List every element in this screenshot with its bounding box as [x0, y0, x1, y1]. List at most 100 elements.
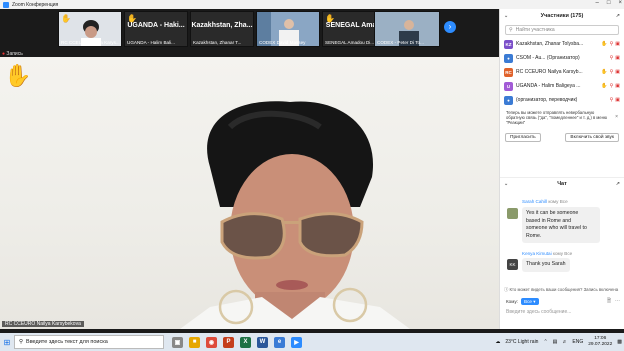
window-title: Zoom Конференция [12, 1, 59, 8]
participant-actions: Пригласить Включить свой звук [500, 131, 624, 144]
avatar [507, 208, 518, 219]
maximize-icon[interactable]: □ [607, 0, 611, 6]
chat-header: ⌄ Чат ↗ [500, 177, 624, 189]
chat-tools: 🗎 ⋯ [607, 298, 620, 306]
windows-start-icon[interactable]: ⊞ [0, 333, 14, 351]
mic-muted-icon: ⚲ [609, 97, 614, 103]
avatar: RC [504, 67, 513, 77]
thumbnail-label: RC CCEURO Nailya Karys... [61, 40, 120, 45]
participant-name: Kazakhstan, Zhanar Tolysba... [516, 41, 584, 47]
unmute-button[interactable]: Включить свой звук [565, 133, 619, 142]
mic-muted-icon: ⚲ [609, 69, 614, 75]
window-controls: – □ × [596, 0, 622, 6]
video-off-icon: ▣ [615, 41, 620, 47]
video-stage: ✋ RC CCEURO Nailya Karys... ✋ UGANDA - H… [0, 9, 499, 329]
chat-recipient: Кому: Все ▾ [506, 298, 539, 305]
powerpoint-icon[interactable]: P [223, 336, 234, 348]
clock[interactable]: 17:06 29.07.2022 [588, 336, 612, 348]
word-icon[interactable]: W [257, 336, 268, 348]
zoom-icon[interactable]: ▶ [291, 336, 302, 348]
participant-row[interactable]: KZ Kazakhstan, Zhanar Tolysba... ✋ ⚲ ▣ [500, 37, 624, 51]
message-bubble: Yes it can be someone based in Rome and … [522, 207, 600, 243]
video-thumbnail[interactable]: CODEX - Peter Di To... [374, 11, 440, 47]
window-titlebar: Zoom Конференция – □ × [0, 0, 624, 9]
raised-hand-icon: ✋ [601, 83, 608, 89]
zoom-logo-icon [3, 1, 9, 8]
thumbnail-strip: ✋ RC CCEURO Nailya Karys... ✋ UGANDA - H… [0, 9, 499, 49]
chrome-icon[interactable]: ◉ [206, 336, 217, 348]
avatar: KK [507, 259, 518, 270]
excel-icon[interactable]: X [240, 336, 251, 348]
taskbar-search-input[interactable]: ⚲ Введите здесь текст для поиска [14, 335, 164, 349]
close-icon[interactable]: × [618, 0, 622, 6]
participant-row[interactable]: RC RC CCEURO Nailya Karsyb... ✋ ⚲ ▣ [500, 65, 624, 79]
video-thumbnail[interactable]: ✋ RC CCEURO Nailya Karys... [58, 11, 122, 47]
chevron-down-icon: ▾ [533, 299, 536, 304]
message-sender: Kenya Kimutai кому Все [522, 251, 573, 256]
speaker-name-label: RC CCEURO Nailya Karsybekova [2, 321, 84, 327]
network-icon[interactable]: ▤ [553, 339, 558, 345]
invite-button[interactable]: Пригласить [505, 133, 541, 142]
next-page-button[interactable]: › [444, 21, 456, 33]
chat-visibility-note[interactable]: ⓘ Кто может видеть ваши сообщения? Запис… [504, 287, 620, 293]
video-thumbnail[interactable]: Kazakhstan, Zha... Kazakhstan, Zhanar T.… [190, 11, 254, 47]
video-thumbnail[interactable]: ✋ UGANDA - Haki... UGANDA - Halim Bali..… [124, 11, 188, 47]
close-icon[interactable]: × [615, 115, 618, 120]
reactions-tooltip: Теперь вы можете отправлять невербальную… [506, 110, 618, 125]
task-view-icon[interactable]: ▣ [172, 336, 183, 348]
file-explorer-icon[interactable]: ■ [189, 336, 200, 348]
participant-status: ⚲ ▣ [610, 55, 620, 61]
chevron-up-icon[interactable]: ⌃ [543, 339, 547, 345]
main-video: ✋ RC CCEURO Nailya Karsybekova [0, 57, 499, 329]
edge-icon[interactable]: e [274, 336, 285, 348]
minimize-icon[interactable]: – [596, 0, 599, 6]
participant-list: KZ Kazakhstan, Zhanar Tolysba... ✋ ⚲ ▣ ● C… [500, 37, 624, 107]
speaker-video [180, 101, 410, 329]
raised-hand-icon: ✋ [4, 63, 32, 88]
popout-icon[interactable]: ↗ [616, 181, 620, 187]
participant-status: ✋ ⚲ ▣ [601, 69, 620, 75]
chat-input[interactable]: Введите здесь сообщение... [506, 309, 618, 315]
video-off-icon: ▣ [615, 55, 620, 61]
windows-taskbar: ⊞ ⚲ Введите здесь текст для поиска ▣ ■ ◉… [0, 333, 624, 351]
participant-row[interactable]: ● (организатор, переводчик) ⚲ ▣ [500, 93, 624, 107]
participants-header: ⌄ Участники (175) ↗ [500, 9, 624, 23]
notifications-icon[interactable]: ▩ [617, 339, 622, 345]
chevron-down-icon[interactable]: ⌄ [504, 13, 508, 19]
weather-text[interactable]: 23°C Light rain [505, 339, 538, 345]
thumbnail-name: Kazakhstan, Zha... [191, 22, 253, 29]
raised-hand-icon: ✋ [61, 14, 71, 23]
thumbnail-name: UGANDA - Haki... [127, 22, 185, 29]
message-sender: Sarah Cahill кому Все [522, 199, 568, 204]
chevron-down-icon[interactable]: ⌄ [504, 181, 508, 187]
more-icon[interactable]: ⋯ [615, 298, 620, 306]
search-icon: ⚲ [19, 339, 24, 345]
participant-row[interactable]: U UGANDA - Halim Baligeya ... ✋ ⚲ ▣ [500, 79, 624, 93]
thumbnail-label: SENEGAL Amadou Di... [325, 40, 375, 45]
participants-title: Участники (175) [540, 13, 584, 19]
person-icon: ● [507, 55, 510, 61]
participant-name: UGANDA - Halim Baligeya ... [516, 83, 581, 89]
info-icon: ⓘ [504, 287, 509, 292]
taskbar-apps: ▣ ■ ◉ P X W e ▶ [172, 336, 302, 348]
participant-search-input[interactable]: ⚲ Найти участника [505, 25, 619, 35]
participant-name: RC CCEURO Nailya Karsyb... [516, 69, 583, 75]
thumbnail-label: UGANDA - Halim Bali... [127, 40, 175, 45]
volume-icon[interactable]: ♬ [562, 339, 567, 345]
raised-hand-icon: ✋ [601, 69, 608, 75]
weather-icon[interactable]: ☁ [495, 339, 500, 345]
avatar: ● [504, 53, 513, 63]
system-tray: ☁ 23°C Light rain ⌃ ▤ ♬ ENG 17:06 29.07.… [495, 333, 622, 351]
message-bubble: Thank you Sarah [522, 258, 570, 272]
avatar: KZ [504, 39, 513, 49]
person-icon: ● [507, 97, 510, 103]
side-panel: ⌄ Участники (175) ↗ ⚲ Найти участника KZ… [499, 9, 624, 329]
video-off-icon: ▣ [615, 69, 620, 75]
video-thumbnail[interactable]: CODEX David Massey [256, 11, 320, 47]
mic-muted-icon: ⚲ [609, 83, 614, 89]
recipient-select[interactable]: Все ▾ [521, 298, 539, 305]
popout-icon[interactable]: ↗ [616, 13, 620, 19]
participant-row[interactable]: ● CSOM - Au... (Организатор) ⚲ ▣ [500, 51, 624, 65]
language-indicator[interactable]: ENG [572, 339, 583, 345]
file-icon[interactable]: 🗎 [607, 298, 611, 306]
